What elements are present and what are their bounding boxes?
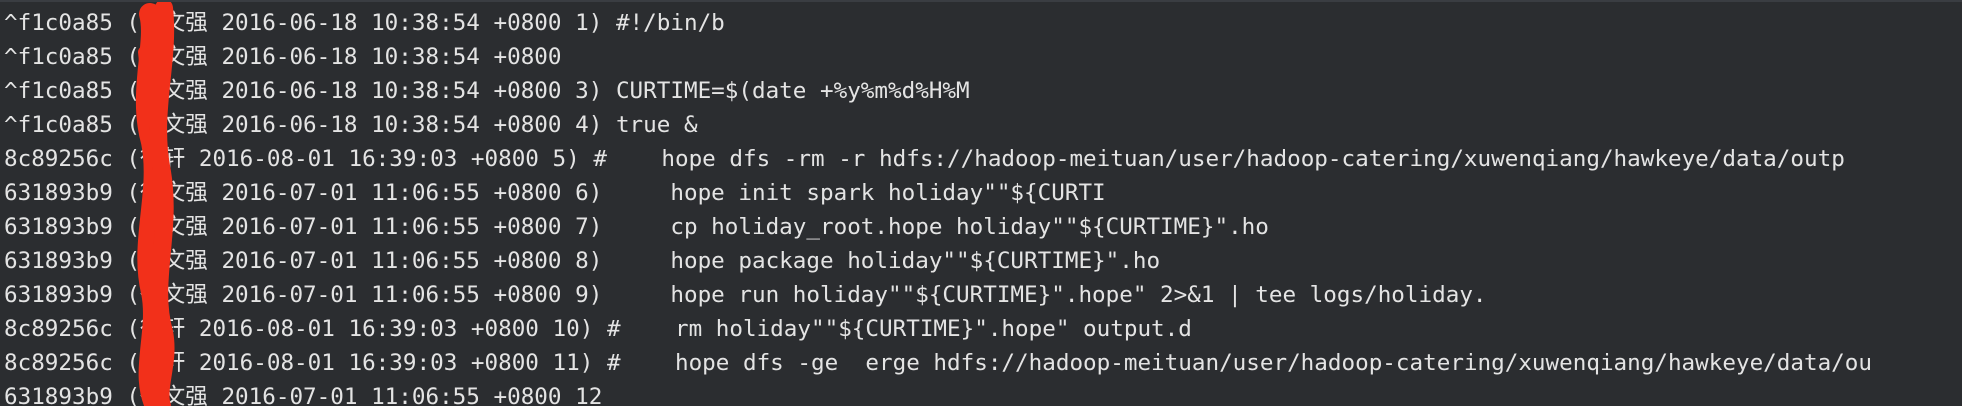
blame-line: 631893b9 (徐文强 2016-07-01 11:06:55 +0800 … bbox=[4, 176, 1106, 210]
author-name: (徐文强 bbox=[126, 180, 208, 206]
source-code: true & bbox=[615, 112, 698, 138]
source-code: # rm holiday""${CURTIME}".hope" output.d bbox=[606, 316, 1192, 342]
commit-hash: 631893b9 bbox=[4, 384, 113, 406]
author-name: (徐文强 bbox=[126, 384, 208, 406]
line-number: 11) bbox=[552, 350, 594, 376]
author-name: (徐文强 bbox=[126, 44, 208, 70]
commit-datetime: 2016-07-01 11:06:55 +0800 bbox=[221, 384, 562, 406]
blame-line: 8c89256c (徐轩 2016-08-01 16:39:03 +0800 1… bbox=[4, 346, 1872, 380]
line-number: 1) bbox=[575, 10, 603, 36]
source-code: CURTIME=$(date +%y%m%d%H%M bbox=[615, 78, 970, 104]
line-number: 5) bbox=[552, 146, 580, 172]
blame-line: ^f1c0a85 (徐文强 2016-06-18 10:38:54 +0800 … bbox=[4, 108, 698, 142]
commit-hash: 631893b9 bbox=[4, 214, 113, 240]
commit-datetime: 2016-07-01 11:06:55 +0800 bbox=[221, 248, 562, 274]
line-number: 8) bbox=[575, 248, 603, 274]
author-name: (徐文强 bbox=[126, 248, 208, 274]
commit-datetime: 2016-06-18 10:38:54 +0800 bbox=[221, 78, 562, 104]
line-number: 7) bbox=[575, 214, 603, 240]
blame-line: 631893b9 (徐文强 2016-07-01 11:06:55 +0800 … bbox=[4, 244, 1160, 278]
commit-hash: ^f1c0a85 bbox=[4, 10, 113, 36]
source-code: # hope dfs -rm -r hdfs://hadoop-meituan/… bbox=[593, 146, 1845, 172]
source-code: cp holiday_root.hope holiday""${CURTIME}… bbox=[615, 214, 1269, 240]
author-name: (徐轩 bbox=[126, 146, 186, 172]
commit-hash: ^f1c0a85 bbox=[4, 112, 113, 138]
commit-hash: 8c89256c bbox=[4, 316, 113, 342]
author-name: (徐文强 bbox=[126, 282, 208, 308]
commit-hash: 631893b9 bbox=[4, 180, 113, 206]
line-number: 4) bbox=[575, 112, 603, 138]
commit-datetime: 2016-06-18 10:38:54 +0800 bbox=[221, 112, 562, 138]
commit-datetime: 2016-07-01 11:06:55 +0800 bbox=[221, 214, 562, 240]
author-name: (徐文强 bbox=[126, 78, 208, 104]
commit-datetime: 2016-06-18 10:38:54 +0800 bbox=[221, 44, 562, 70]
source-code: hope run holiday""${CURTIME}".hope" 2>&1… bbox=[615, 282, 1487, 308]
line-number: 3) bbox=[575, 78, 603, 104]
blame-line: 631893b9 (徐文强 2016-07-01 11:06:55 +0800 … bbox=[4, 278, 1487, 312]
commit-hash: 631893b9 bbox=[4, 282, 113, 308]
source-code: hope init spark holiday""${CURTI bbox=[615, 180, 1106, 206]
blame-line: 631893b9 (徐文强 2016-07-01 11:06:55 +0800 … bbox=[4, 380, 616, 406]
blame-line: ^f1c0a85 (徐文强 2016-06-18 10:38:54 +0800 bbox=[4, 40, 589, 74]
line-number: 10) bbox=[552, 316, 594, 342]
blame-line: 631893b9 (徐文强 2016-07-01 11:06:55 +0800 … bbox=[4, 210, 1269, 244]
blame-line: ^f1c0a85 (徐文强 2016-06-18 10:38:54 +0800 … bbox=[4, 74, 970, 108]
author-name: (徐文强 bbox=[126, 112, 208, 138]
source-code: hope package holiday""${CURTIME}".ho bbox=[615, 248, 1161, 274]
author-name: (徐文强 bbox=[126, 214, 208, 240]
commit-datetime: 2016-06-18 10:38:54 +0800 bbox=[221, 10, 562, 36]
source-code: # hope dfs -ge erge hdfs://hadoop-meitua… bbox=[606, 350, 1872, 376]
line-number: 12 bbox=[575, 384, 603, 406]
commit-hash: 8c89256c bbox=[4, 350, 113, 376]
commit-datetime: 2016-08-01 16:39:03 +0800 bbox=[198, 350, 539, 376]
line-number: 6) bbox=[575, 180, 603, 206]
commit-hash: 8c89256c bbox=[4, 146, 113, 172]
author-name: (徐文强 bbox=[126, 10, 208, 36]
git-blame-terminal: ^f1c0a85 (徐文强 2016-06-18 10:38:54 +0800 … bbox=[0, 0, 1962, 406]
blame-line: ^f1c0a85 (徐文强 2016-06-18 10:38:54 +0800 … bbox=[4, 6, 725, 40]
commit-hash: ^f1c0a85 bbox=[4, 44, 113, 70]
commit-datetime: 2016-07-01 11:06:55 +0800 bbox=[221, 180, 562, 206]
blame-line: 8c89256c (徐轩 2016-08-01 16:39:03 +0800 5… bbox=[4, 142, 1845, 176]
author-name: (徐轩 bbox=[126, 316, 186, 342]
commit-datetime: 2016-07-01 11:06:55 +0800 bbox=[221, 282, 562, 308]
blame-line: 8c89256c (徐轩 2016-08-01 16:39:03 +0800 1… bbox=[4, 312, 1192, 346]
source-code: #!/bin/b bbox=[615, 10, 725, 36]
commit-datetime: 2016-08-01 16:39:03 +0800 bbox=[198, 146, 539, 172]
line-number: 9) bbox=[575, 282, 603, 308]
commit-hash: 631893b9 bbox=[4, 248, 113, 274]
commit-hash: ^f1c0a85 bbox=[4, 78, 113, 104]
author-name: (徐轩 bbox=[126, 350, 186, 376]
commit-datetime: 2016-08-01 16:39:03 +0800 bbox=[198, 316, 539, 342]
